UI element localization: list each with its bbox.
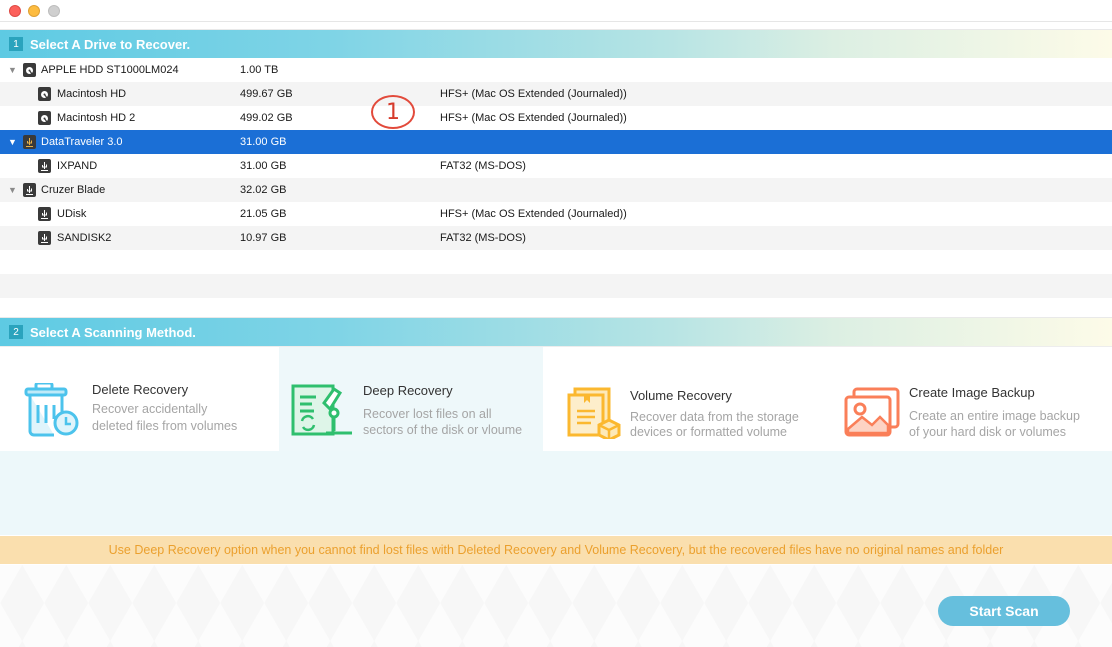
drive-row[interactable]: SANDISK2 10.97 GB FAT32 (MS-DOS): [0, 226, 1112, 250]
maximize-window-button[interactable]: [48, 5, 60, 17]
trash-clock-icon: [24, 381, 80, 442]
method-desc-line1: Create an entire image backup: [909, 409, 1080, 423]
drive-filesystem: FAT32 (MS-DOS): [440, 232, 526, 244]
hard-drive-icon: [23, 63, 36, 77]
drive-name: SANDISK2: [57, 232, 112, 244]
minimize-window-button[interactable]: [28, 5, 40, 17]
drive-size: 1.00 TB: [240, 64, 279, 76]
method-title: Volume Recovery: [630, 388, 732, 403]
drive-row[interactable]: Macintosh HD 499.67 GB HFS+ (Mac OS Exte…: [0, 82, 1112, 106]
drive-size: 31.00 GB: [240, 136, 287, 148]
start-scan-button[interactable]: Start Scan: [938, 596, 1070, 626]
method-delete-recovery[interactable]: Delete Recovery Recover accidentally del…: [0, 347, 278, 451]
drive-filesystem: HFS+ (Mac OS Extended (Journaled)): [440, 208, 627, 220]
drive-name: DataTraveler 3.0: [41, 136, 123, 148]
drive-row-selected[interactable]: ▼ DataTraveler 3.0 31.00 GB: [0, 130, 1112, 154]
method-title: Delete Recovery: [92, 382, 189, 397]
method-title: Create Image Backup: [909, 385, 1035, 400]
usb-drive-icon: [23, 183, 36, 197]
step2-header: 2 Select A Scanning Method.: [0, 317, 1112, 347]
step2-title: Select A Scanning Method.: [30, 324, 196, 340]
method-desc-line2: sectors of the disk or vloume: [363, 423, 523, 437]
drive-size: 21.05 GB: [240, 208, 287, 220]
drive-name: Macintosh HD: [57, 88, 127, 100]
title-bar: [0, 0, 1112, 22]
usb-drive-icon: [23, 135, 36, 149]
document-box-icon: [567, 387, 621, 444]
drive-size: 499.02 GB: [240, 112, 293, 124]
drive-name: APPLE HDD ST1000LM024: [41, 64, 179, 76]
empty-row: [0, 250, 1112, 274]
method-create-image-backup[interactable]: Create Image Backup Create an entire ima…: [830, 347, 1112, 451]
disclosure-triangle-icon[interactable]: ▼: [8, 65, 18, 75]
deep-recovery-notice: Use Deep Recovery option when you cannot…: [0, 536, 1112, 565]
step1-badge: 1: [9, 37, 23, 51]
hard-drive-icon: [38, 87, 51, 101]
hard-drive-icon: [38, 111, 51, 125]
empty-row: [0, 274, 1112, 298]
drive-name: Cruzer Blade: [41, 184, 106, 196]
drive-row[interactable]: ▼ Cruzer Blade 32.02 GB: [0, 178, 1112, 202]
drive-filesystem: HFS+ (Mac OS Extended (Journaled)): [440, 112, 627, 124]
drive-size: 10.97 GB: [240, 232, 287, 244]
method-desc-line1: Recover lost files on all: [363, 407, 492, 421]
drive-filesystem: HFS+ (Mac OS Extended (Journaled)): [440, 88, 627, 100]
step1-header: 1 Select A Drive to Recover.: [0, 29, 1112, 59]
disclosure-triangle-icon[interactable]: ▼: [8, 185, 18, 195]
methods-background: [0, 451, 1112, 535]
drive-row[interactable]: ▼ APPLE HDD ST1000LM024 1.00 TB: [0, 58, 1112, 82]
usb-drive-icon: [38, 231, 51, 245]
usb-drive-icon: [38, 207, 51, 221]
method-desc-line1: Recover accidentally: [92, 402, 208, 416]
drive-row[interactable]: IXPAND 31.00 GB FAT32 (MS-DOS): [0, 154, 1112, 178]
scan-methods: Delete Recovery Recover accidentally del…: [0, 347, 1112, 535]
drive-size: 31.00 GB: [240, 160, 287, 172]
drive-name: Macintosh HD 2: [57, 112, 136, 124]
method-volume-recovery[interactable]: Volume Recovery Recover data from the st…: [544, 347, 826, 451]
drive-row[interactable]: Macintosh HD 2 499.02 GB HFS+ (Mac OS Ex…: [0, 106, 1112, 130]
drive-name: IXPAND: [57, 160, 98, 172]
method-deep-recovery[interactable]: Deep Recovery Recover lost files on all …: [279, 347, 543, 451]
drive-row[interactable]: UDisk 21.05 GB HFS+ (Mac OS Extended (Jo…: [0, 202, 1112, 226]
document-microscope-icon: [290, 383, 354, 442]
method-desc-line2: devices or formatted volume: [630, 425, 788, 439]
method-title: Deep Recovery: [363, 383, 453, 398]
drive-filesystem: FAT32 (MS-DOS): [440, 160, 526, 172]
step2-badge: 2: [9, 325, 23, 339]
annotation-marker: 1: [371, 95, 415, 129]
disclosure-triangle-icon[interactable]: ▼: [8, 137, 18, 147]
method-desc-line2: of your hard disk or volumes: [909, 425, 1067, 439]
drive-size: 499.67 GB: [240, 88, 293, 100]
step1-title: Select A Drive to Recover.: [30, 36, 191, 52]
usb-drive-icon: [38, 159, 51, 173]
image-backup-icon: [844, 387, 900, 442]
close-window-button[interactable]: [9, 5, 21, 17]
method-desc-line2: deleted files from volumes: [92, 419, 238, 433]
drive-list: ▼ APPLE HDD ST1000LM024 1.00 TB Macintos…: [0, 58, 1112, 322]
drive-name: UDisk: [57, 208, 87, 220]
drive-size: 32.02 GB: [240, 184, 287, 196]
